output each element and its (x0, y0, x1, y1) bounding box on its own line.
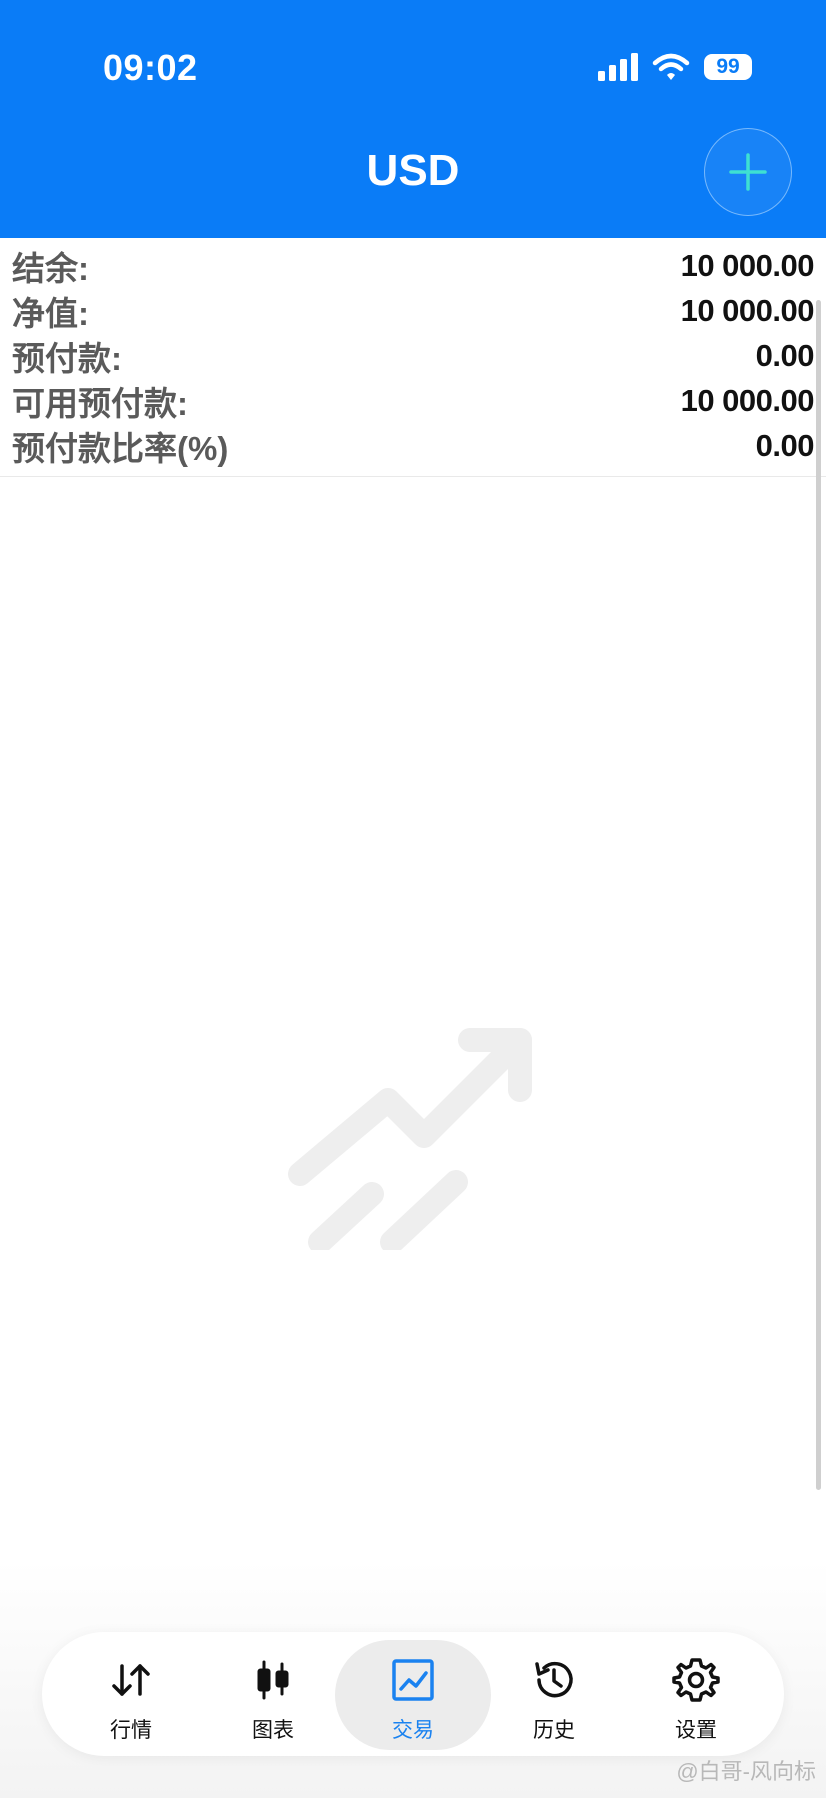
equity-label: 净值: (12, 295, 89, 332)
nav-label-settings: 设置 (675, 1719, 717, 1742)
balance-row: 结余: 10 000.00 (12, 244, 815, 288)
page-title: USD (366, 146, 460, 195)
balance-value: 10 000.00 (680, 248, 815, 283)
quotes-arrows-icon (112, 1664, 150, 1696)
balance-label: 结余: (12, 250, 89, 287)
free-margin-label: 可用预付款: (12, 385, 188, 422)
nav-item-history[interactable]: 历史 (484, 1632, 624, 1756)
plus-icon (729, 153, 767, 191)
equity-row: 净值: 10 000.00 (12, 289, 815, 333)
trend-up-arrow-icon (288, 1028, 532, 1250)
cellular-signal-icon (598, 53, 638, 81)
free-margin-row: 可用预付款: 10 000.00 (12, 379, 815, 423)
bottom-navigation: 行情 图表 交易 历史 设置 (42, 1632, 784, 1756)
history-clock-icon (535, 1661, 573, 1698)
status-icons: 99 (598, 50, 752, 84)
margin-label: 预付款: (12, 340, 122, 377)
margin-value: 0.00 (755, 338, 815, 373)
nav-label-history: 历史 (533, 1719, 575, 1742)
nav-label-chart: 图表 (252, 1719, 294, 1742)
nav-item-quotes[interactable]: 行情 (61, 1632, 201, 1756)
watermark: @白哥-风向标 (676, 1759, 816, 1784)
equity-value: 10 000.00 (680, 293, 815, 328)
nav-item-trade[interactable]: 交易 (343, 1632, 483, 1756)
margin-level-value: 0.00 (755, 428, 815, 463)
candlestick-icon (257, 1660, 289, 1700)
wifi-icon (652, 53, 690, 80)
add-order-button[interactable] (704, 128, 792, 216)
nav-label-quotes: 行情 (110, 1719, 152, 1742)
app-header: 09:02 99 USD (0, 0, 826, 238)
nav-item-settings[interactable]: 设置 (626, 1632, 766, 1756)
status-time: 09:02 (103, 47, 198, 88)
margin-level-label: 预付款比率(%) (12, 430, 229, 467)
nav-label-trade: 交易 (392, 1719, 434, 1742)
gear-icon (672, 1658, 720, 1702)
account-summary: 结余: 10 000.00 净值: 10 000.00 预付款: 0.00 可用… (0, 244, 826, 477)
free-margin-value: 10 000.00 (680, 383, 815, 418)
battery-indicator: 99 (704, 54, 752, 80)
margin-row: 预付款: 0.00 (12, 334, 815, 378)
margin-level-row: 预付款比率(%) 0.00 (12, 424, 815, 468)
trade-chart-icon (392, 1659, 434, 1701)
nav-item-chart[interactable]: 图表 (203, 1632, 343, 1756)
scrollbar[interactable] (816, 300, 821, 1490)
